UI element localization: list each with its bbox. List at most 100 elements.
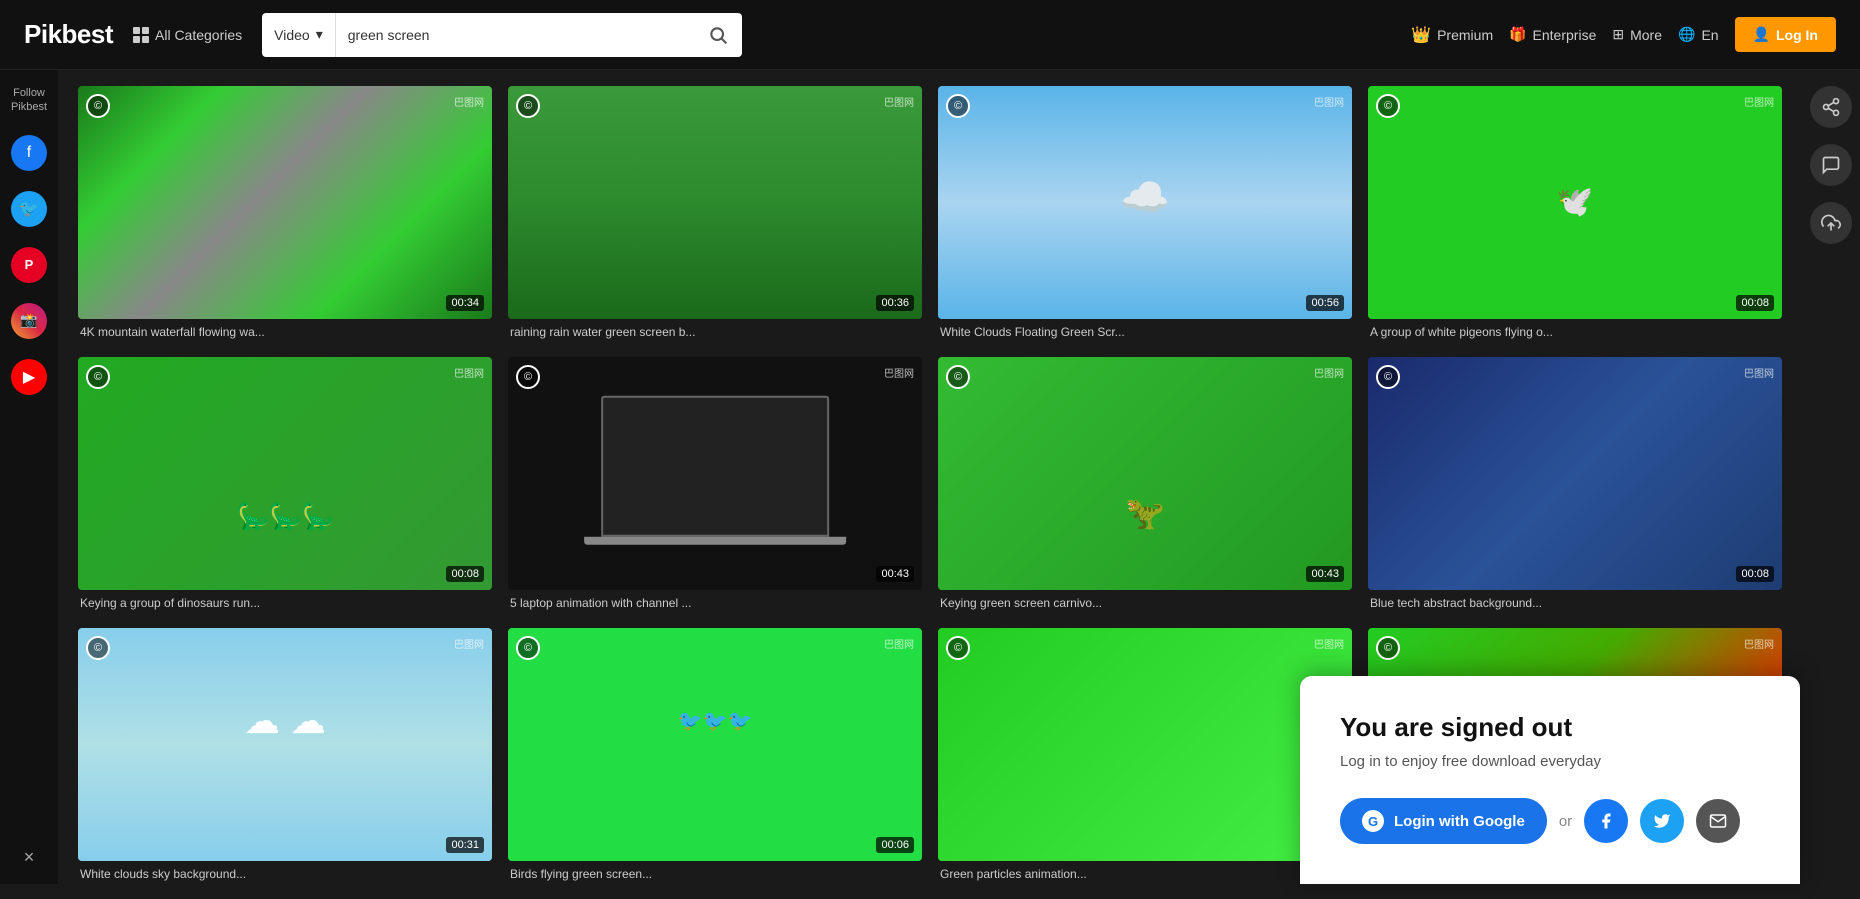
share-icon bbox=[1821, 97, 1841, 117]
video-title: A group of white pigeons flying o... bbox=[1368, 319, 1782, 341]
video-thumb-v8: © 巴图网 00:08 bbox=[1368, 357, 1782, 590]
login-email-button[interactable] bbox=[1696, 799, 1740, 843]
video-thumb-v10: 🐦🐦🐦 © 巴图网 00:06 bbox=[508, 628, 922, 861]
signin-popup: You are signed out Log in to enjoy free … bbox=[1300, 676, 1800, 884]
popup-actions: G Login with Google or bbox=[1340, 798, 1760, 844]
copyright-badge: © bbox=[1376, 365, 1400, 389]
login-button[interactable]: 👤 Log In bbox=[1735, 17, 1836, 52]
left-sidebar: Follow Pikbest f 🐦 P 📸 ▶ × bbox=[0, 70, 58, 884]
video-title: Birds flying green screen... bbox=[508, 861, 922, 883]
youtube-social-icon[interactable]: ▶ bbox=[11, 359, 47, 395]
or-label: or bbox=[1559, 813, 1572, 830]
source-label: 巴图网 bbox=[1314, 636, 1344, 651]
upload-button[interactable] bbox=[1810, 202, 1852, 244]
duration-badge: 00:06 bbox=[876, 837, 914, 853]
video-title: raining rain water green screen b... bbox=[508, 319, 922, 341]
search-button[interactable] bbox=[694, 25, 742, 45]
video-title: Green particles animation... bbox=[938, 861, 1352, 883]
header: Pikbest All Categories Video ▾ 👑 Premium… bbox=[0, 0, 1860, 70]
comment-button[interactable] bbox=[1810, 144, 1852, 186]
duration-badge: 00:56 bbox=[1306, 295, 1344, 311]
upload-icon bbox=[1821, 213, 1841, 233]
facebook-social-icon[interactable]: f bbox=[11, 135, 47, 171]
close-sidebar-button[interactable]: × bbox=[24, 847, 35, 868]
video-thumb-v4: 🕊️ © 巴图网 00:08 bbox=[1368, 86, 1782, 319]
video-card-v4[interactable]: 🕊️ © 巴图网 00:08 A group of white pigeons … bbox=[1368, 86, 1782, 341]
video-thumb-v6: © 巴图网 00:43 bbox=[508, 357, 922, 590]
pinterest-social-icon[interactable]: P bbox=[11, 247, 47, 283]
video-title: Blue tech abstract background... bbox=[1368, 590, 1782, 612]
video-card-v11[interactable]: © 巴图网 00:13 Green particles animation... bbox=[938, 628, 1352, 883]
globe-icon: 🌐 bbox=[1678, 26, 1695, 43]
copyright-badge: © bbox=[946, 636, 970, 660]
login-facebook-button[interactable] bbox=[1584, 799, 1628, 843]
video-thumb-v3: ☁️ © 巴图网 00:56 bbox=[938, 86, 1352, 319]
video-thumb-v7: 🦖 © 巴图网 00:43 bbox=[938, 357, 1352, 590]
video-card-v5[interactable]: 🦕🦕🦕 © 巴图网 00:08 Keying a group of dinosa… bbox=[78, 357, 492, 612]
duration-badge: 00:31 bbox=[446, 837, 484, 853]
nav-items: 👑 Premium 🎁 Enterprise ⊞ More 🌐 En 👤 Log… bbox=[1411, 17, 1836, 52]
duration-badge: 00:08 bbox=[1736, 295, 1774, 311]
login-google-button[interactable]: G Login with Google bbox=[1340, 798, 1547, 844]
comment-icon bbox=[1821, 155, 1841, 175]
source-label: 巴图网 bbox=[1314, 94, 1344, 109]
video-thumb-v2: © 巴图网 00:36 bbox=[508, 86, 922, 319]
video-title: White Clouds Floating Green Scr... bbox=[938, 319, 1352, 341]
search-input[interactable] bbox=[336, 27, 694, 43]
user-icon: 👤 bbox=[1753, 26, 1770, 43]
video-card-v8[interactable]: © 巴图网 00:08 Blue tech abstract backgroun… bbox=[1368, 357, 1782, 612]
grid-icon bbox=[133, 27, 149, 43]
twitter-social-icon[interactable]: 🐦 bbox=[11, 191, 47, 227]
video-card-v9[interactable]: ☁ ☁ © 巴图网 00:31 White clouds sky backgro… bbox=[78, 628, 492, 883]
login-twitter-button[interactable] bbox=[1640, 799, 1684, 843]
right-sidebar bbox=[1802, 70, 1860, 884]
video-card-v6[interactable]: © 巴图网 00:43 5 laptop animation with chan… bbox=[508, 357, 922, 612]
follow-label: Follow Pikbest bbox=[0, 86, 58, 115]
enterprise-nav-item[interactable]: 🎁 Enterprise bbox=[1509, 26, 1596, 43]
copyright-badge: © bbox=[946, 94, 970, 118]
copyright-badge: © bbox=[516, 365, 540, 389]
video-title: 5 laptop animation with channel ... bbox=[508, 590, 922, 612]
copyright-badge: © bbox=[516, 636, 540, 660]
search-type-selector[interactable]: Video ▾ bbox=[262, 13, 336, 57]
copyright-badge: © bbox=[86, 94, 110, 118]
source-label: 巴图网 bbox=[454, 636, 484, 651]
copyright-badge: © bbox=[1376, 636, 1400, 660]
copyright-badge: © bbox=[86, 636, 110, 660]
video-title: Keying a group of dinosaurs run... bbox=[78, 590, 492, 612]
video-title: Keying green screen carnivo... bbox=[938, 590, 1352, 612]
crown-icon: 👑 bbox=[1411, 25, 1431, 45]
language-nav-item[interactable]: 🌐 En bbox=[1678, 26, 1719, 43]
facebook-icon bbox=[1597, 812, 1615, 830]
duration-badge: 00:36 bbox=[876, 295, 914, 311]
copyright-badge: © bbox=[516, 94, 540, 118]
video-thumb-v1: © 巴图网 00:34 bbox=[78, 86, 492, 319]
video-thumb-v9: ☁ ☁ © 巴图网 00:31 bbox=[78, 628, 492, 861]
source-label: 巴图网 bbox=[454, 365, 484, 380]
email-icon bbox=[1709, 812, 1727, 830]
video-card-v10[interactable]: 🐦🐦🐦 © 巴图网 00:06 Birds flying green scree… bbox=[508, 628, 922, 883]
copyright-badge: © bbox=[1376, 94, 1400, 118]
popup-subtitle: Log in to enjoy free download everyday bbox=[1340, 753, 1760, 770]
copyright-badge: © bbox=[946, 365, 970, 389]
duration-badge: 00:43 bbox=[876, 566, 914, 582]
source-label: 巴图网 bbox=[884, 365, 914, 380]
duration-badge: 00:08 bbox=[446, 566, 484, 582]
share-button[interactable] bbox=[1810, 86, 1852, 128]
logo[interactable]: Pikbest bbox=[24, 19, 113, 50]
video-card-v7[interactable]: 🦖 © 巴图网 00:43 Keying green screen carniv… bbox=[938, 357, 1352, 612]
copyright-badge: © bbox=[86, 365, 110, 389]
video-title: 4K mountain waterfall flowing wa... bbox=[78, 319, 492, 341]
all-categories-button[interactable]: All Categories bbox=[133, 27, 242, 43]
duration-badge: 00:34 bbox=[446, 295, 484, 311]
instagram-social-icon[interactable]: 📸 bbox=[11, 303, 47, 339]
video-card-v1[interactable]: © 巴图网 00:34 4K mountain waterfall flowin… bbox=[78, 86, 492, 341]
more-nav-item[interactable]: ⊞ More bbox=[1612, 26, 1662, 43]
video-card-v3[interactable]: ☁️ © 巴图网 00:56 White Clouds Floating Gre… bbox=[938, 86, 1352, 341]
gift-icon: 🎁 bbox=[1509, 26, 1526, 43]
video-card-v2[interactable]: © 巴图网 00:36 raining rain water green scr… bbox=[508, 86, 922, 341]
source-label: 巴图网 bbox=[884, 636, 914, 651]
twitter-icon bbox=[1653, 812, 1671, 830]
search-icon bbox=[708, 25, 728, 45]
premium-nav-item[interactable]: 👑 Premium bbox=[1411, 25, 1493, 45]
